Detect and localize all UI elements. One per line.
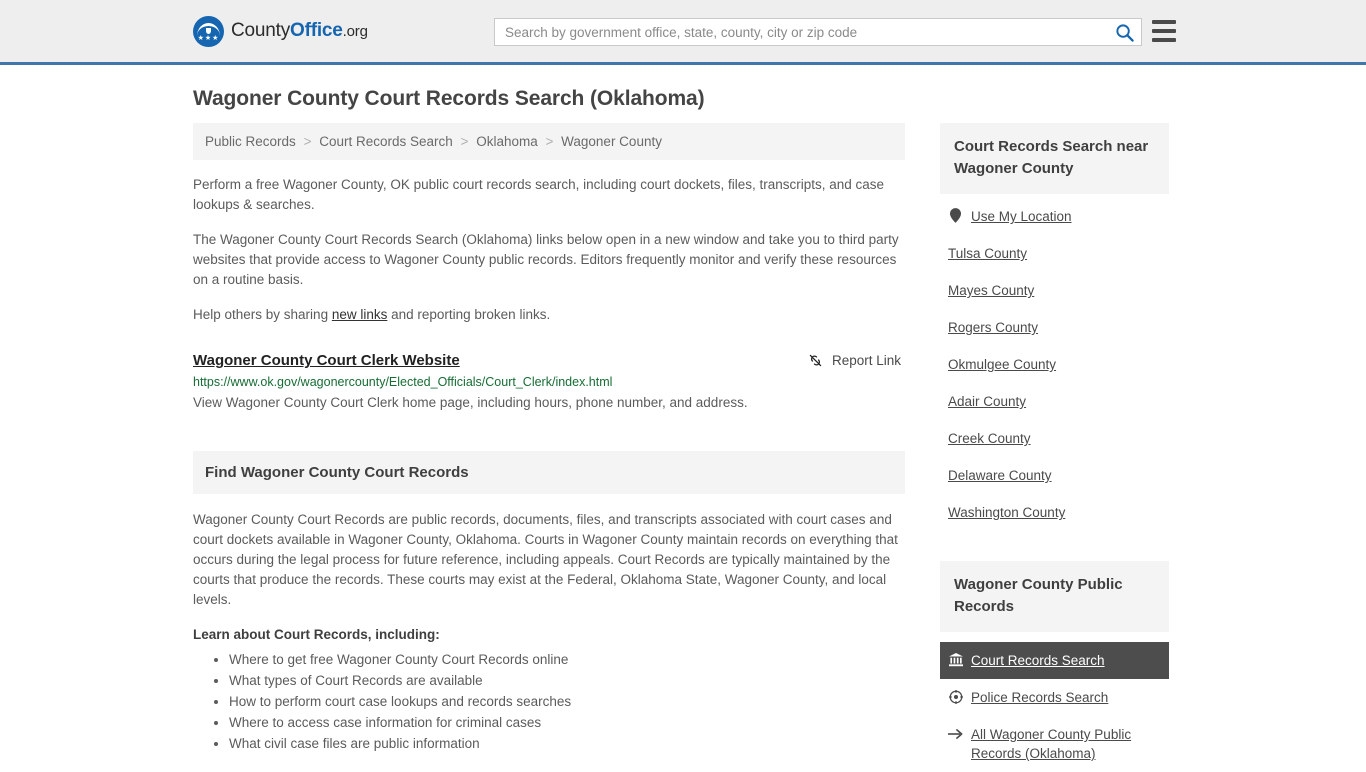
- sidebar-item-all-public-records[interactable]: All Wagoner County Public Records (Oklah…: [940, 716, 1169, 772]
- sidebar-item-court-records-search[interactable]: Court Records Search: [940, 642, 1169, 679]
- sidebar-item-mayes-county[interactable]: Mayes County: [940, 272, 1169, 309]
- find-records-paragraph: Wagoner County Court Records are public …: [193, 512, 898, 607]
- sidebar-item-tulsa-county[interactable]: Tulsa County: [940, 235, 1169, 272]
- result-url: https://www.ok.gov/wagonercounty/Elected…: [193, 375, 613, 389]
- eagle-seal-icon: ★★★: [193, 15, 224, 47]
- courthouse-bank-icon: [948, 651, 963, 668]
- sidebar-item-delaware-county[interactable]: Delaware County: [940, 457, 1169, 494]
- county-link[interactable]: Mayes County: [948, 281, 1034, 300]
- police-badge-icon: [948, 688, 963, 705]
- page-title: Wagoner County Court Records Search (Okl…: [193, 87, 705, 110]
- find-records-section-heading: Find Wagoner County Court Records: [193, 451, 905, 494]
- find-records-section-body: Wagoner County Court Records are public …: [193, 510, 905, 754]
- list-item: How to perform court case lookups and re…: [229, 692, 905, 712]
- sidebar-item-adair-county[interactable]: Adair County: [940, 383, 1169, 420]
- sidebar-public-records-links: Court Records Search Police Records Sear…: [940, 632, 1169, 772]
- breadcrumb-separator: >: [545, 134, 554, 149]
- sidebar-item-creek-county[interactable]: Creek County: [940, 420, 1169, 457]
- logo-text-county: County: [231, 20, 291, 41]
- county-link[interactable]: Rogers County: [948, 318, 1038, 337]
- list-item: Where to access case information for cri…: [229, 713, 905, 733]
- result-title-link[interactable]: Wagoner County Court Clerk Website: [193, 352, 460, 369]
- sidebar: Court Records Search near Wagoner County…: [940, 123, 1169, 772]
- breadcrumb-item-wagoner-county[interactable]: Wagoner County: [561, 134, 662, 149]
- search-icon: [1115, 23, 1134, 42]
- police-records-search-link[interactable]: Police Records Search: [971, 688, 1108, 707]
- arrow-right-icon: [948, 725, 963, 742]
- breadcrumb-item-public-records[interactable]: Public Records: [205, 134, 296, 149]
- report-link-label: Report Link: [831, 353, 901, 368]
- county-link[interactable]: Adair County: [948, 392, 1026, 411]
- share-text-before: Help others by sharing: [193, 307, 332, 322]
- logo-text-org: .org: [342, 23, 368, 40]
- county-link[interactable]: Okmulgee County: [948, 355, 1056, 374]
- logo-text-office: Office: [290, 20, 343, 41]
- search-button[interactable]: [1107, 19, 1141, 45]
- county-link[interactable]: Tulsa County: [948, 244, 1027, 263]
- sidebar-nearby-heading: Court Records Search near Wagoner County: [940, 123, 1169, 194]
- hamburger-menu-button[interactable]: [1152, 20, 1176, 42]
- court-records-search-link[interactable]: Court Records Search: [971, 651, 1105, 670]
- list-item: What civil case files are public informa…: [229, 734, 905, 754]
- sidebar-item-washington-county[interactable]: Washington County: [940, 494, 1169, 531]
- sidebar-nearby-links: Use My Location Tulsa County Mayes Count…: [940, 194, 1169, 531]
- breadcrumb: Public Records > Court Records Search > …: [193, 123, 905, 160]
- list-item: Where to get free Wagoner County Court R…: [229, 650, 905, 670]
- search-input[interactable]: [495, 24, 1107, 40]
- result-description: View Wagoner County Court Clerk home pag…: [193, 395, 748, 410]
- site-logo[interactable]: ★★★ CountyOffice.org: [193, 15, 368, 47]
- intro-paragraph-1: Perform a free Wagoner County, OK public…: [193, 177, 885, 212]
- county-link[interactable]: Creek County: [948, 429, 1031, 448]
- sidebar-item-police-records-search[interactable]: Police Records Search: [940, 679, 1169, 716]
- search-bar: [494, 18, 1142, 46]
- sidebar-item-okmulgee-county[interactable]: Okmulgee County: [940, 346, 1169, 383]
- sidebar-item-rogers-county[interactable]: Rogers County: [940, 309, 1169, 346]
- site-header: ★★★ CountyOffice.org: [0, 0, 1366, 65]
- result-header-row: Wagoner County Court Clerk Website Repor…: [193, 352, 905, 369]
- county-link[interactable]: Washington County: [948, 503, 1065, 522]
- logo-wordmark: CountyOffice.org: [231, 20, 368, 42]
- breadcrumb-separator: >: [303, 134, 312, 149]
- breadcrumb-item-oklahoma[interactable]: Oklahoma: [476, 134, 538, 149]
- breadcrumb-separator: >: [460, 134, 469, 149]
- location-pin-icon: [948, 207, 963, 224]
- county-link[interactable]: Delaware County: [948, 466, 1052, 485]
- intro-paragraph-2: The Wagoner County Court Records Search …: [193, 232, 899, 287]
- breadcrumb-item-court-records-search[interactable]: Court Records Search: [319, 134, 453, 149]
- list-item: What types of Court Records are availabl…: [229, 671, 905, 691]
- content-columns: Public Records > Court Records Search > …: [193, 123, 1169, 772]
- all-public-records-link[interactable]: All Wagoner County Public Records (Oklah…: [971, 725, 1161, 763]
- broken-link-icon: [809, 354, 822, 367]
- sidebar-item-use-my-location[interactable]: Use My Location: [940, 198, 1169, 235]
- share-text-after: and reporting broken links.: [387, 307, 551, 322]
- learn-about-lead-in: Learn about Court Records, including:: [193, 627, 440, 642]
- sidebar-public-records-heading: Wagoner County Public Records: [940, 561, 1169, 632]
- report-link-button[interactable]: Report Link: [807, 352, 905, 369]
- use-my-location-link[interactable]: Use My Location: [971, 207, 1072, 226]
- share-links-paragraph: Help others by sharing new links and rep…: [193, 305, 905, 325]
- hamburger-menu-icon: [1152, 20, 1176, 24]
- learn-about-list: Where to get free Wagoner County Court R…: [193, 650, 905, 754]
- page-body: Wagoner County Court Records Search (Okl…: [0, 65, 1366, 772]
- new-links-link[interactable]: new links: [332, 307, 388, 322]
- result-item: Wagoner County Court Clerk Website Repor…: [193, 352, 905, 413]
- main-content: Public Records > Court Records Search > …: [193, 123, 905, 755]
